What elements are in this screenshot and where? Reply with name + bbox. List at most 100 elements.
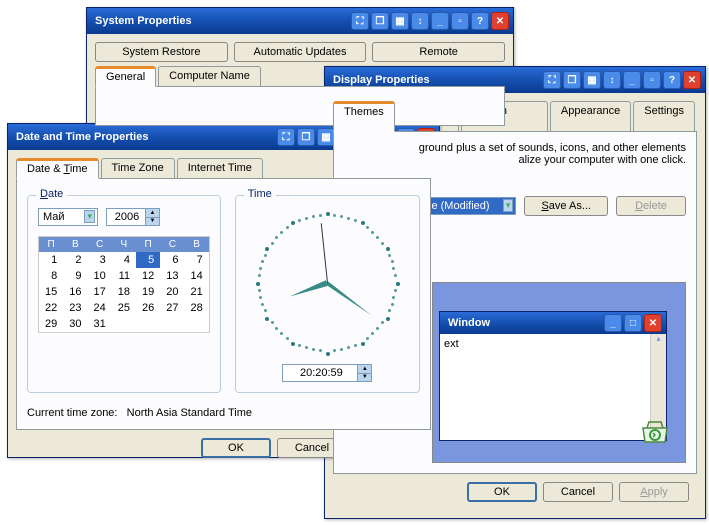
clock-dot: [392, 267, 395, 270]
tb-extra3-icon[interactable]: ▦: [583, 71, 601, 89]
calendar-day[interactable]: 5: [136, 252, 160, 268]
close-icon[interactable]: ✕: [491, 12, 509, 30]
calendar-day[interactable]: 26: [136, 300, 160, 316]
weekday-header: В: [63, 237, 87, 252]
year-spinner[interactable]: 2006 ▲▼: [106, 208, 160, 226]
year-down-icon: ▼: [145, 218, 159, 226]
calendar-day[interactable]: 29: [39, 316, 63, 332]
minimize-icon[interactable]: _: [623, 71, 641, 89]
cancel-button[interactable]: Cancel: [543, 482, 613, 502]
clock-dot: [312, 215, 315, 218]
sysprops-titlebar[interactable]: System Properties ⛶ ❐ ▦ ↕ _ ▫ ? ✕: [87, 8, 513, 34]
calendar-day[interactable]: 18: [112, 284, 136, 300]
clock-dot: [286, 337, 289, 340]
calendar-day[interactable]: 16: [63, 284, 87, 300]
preview-max-icon: □: [624, 314, 642, 332]
tb-extra3-icon[interactable]: ▦: [391, 12, 409, 30]
clock-dot: [259, 296, 262, 299]
clock-dot: [265, 247, 269, 251]
calendar-day[interactable]: 21: [185, 284, 209, 300]
calendar-day[interactable]: 15: [39, 284, 63, 300]
tb-extra1-icon[interactable]: ⛶: [543, 71, 561, 89]
tb-extra2-icon[interactable]: ❐: [297, 128, 315, 146]
calendar-day[interactable]: 19: [136, 284, 160, 300]
clock-dot: [271, 242, 274, 245]
preview-active-window: Window _ □ ✕ ext ▴: [439, 311, 667, 441]
tb-extra4-icon[interactable]: ↕: [411, 12, 429, 30]
calendar-day[interactable]: 23: [63, 300, 87, 316]
calendar-day[interactable]: 17: [88, 284, 112, 300]
help-icon[interactable]: ?: [471, 12, 489, 30]
tb-extra2-icon[interactable]: ❐: [563, 71, 581, 89]
calendar-day[interactable]: 11: [112, 268, 136, 284]
calendar-day[interactable]: 30: [63, 316, 87, 332]
time-spinner[interactable]: 20:20:59 ▲▼: [282, 364, 372, 382]
automatic-updates-button[interactable]: Automatic Updates: [234, 42, 367, 62]
restore-icon[interactable]: ▫: [643, 71, 661, 89]
tb-extra4-icon[interactable]: ↕: [603, 71, 621, 89]
clock-dot: [354, 344, 357, 347]
calendar-day[interactable]: 1: [39, 252, 63, 268]
tz-value: North Asia Standard Time: [127, 407, 252, 419]
calendar-day[interactable]: 24: [88, 300, 112, 316]
clock-dot: [376, 236, 379, 239]
month-dropdown[interactable]: Май: [38, 208, 98, 226]
calendar-day[interactable]: 14: [185, 268, 209, 284]
clock-dot: [376, 327, 379, 330]
date-legend: Date: [36, 188, 67, 200]
calendar-day: [136, 316, 160, 332]
system-restore-button[interactable]: System Restore: [95, 42, 228, 62]
clock-dot: [275, 236, 278, 239]
save-as-button[interactable]: Save As...: [524, 196, 608, 216]
tb-extra1-icon[interactable]: ⛶: [351, 12, 369, 30]
tab-general[interactable]: General: [95, 66, 156, 87]
calendar-day[interactable]: 20: [160, 284, 184, 300]
calendar-day[interactable]: 12: [136, 268, 160, 284]
calendar-day[interactable]: 25: [112, 300, 136, 316]
calendar-day[interactable]: 6: [160, 252, 184, 268]
calendar-day[interactable]: 9: [63, 268, 87, 284]
calendar-day: [160, 316, 184, 332]
clock-dot: [347, 346, 350, 349]
tab-computer-name[interactable]: Computer Name: [158, 66, 261, 87]
minimize-icon[interactable]: _: [431, 12, 449, 30]
clock-dot: [371, 231, 374, 234]
calendar-day[interactable]: 3: [88, 252, 112, 268]
calendar-day[interactable]: 27: [160, 300, 184, 316]
tb-extra2-icon[interactable]: ❐: [371, 12, 389, 30]
clock-dot: [291, 221, 295, 225]
tab-appearance[interactable]: Appearance: [550, 101, 631, 132]
tab-settings[interactable]: Settings: [633, 101, 695, 132]
restore-icon[interactable]: ▫: [451, 12, 469, 30]
tb-extra1-icon[interactable]: ⛶: [277, 128, 295, 146]
remote-button[interactable]: Remote: [372, 42, 505, 62]
calendar-day[interactable]: 8: [39, 268, 63, 284]
close-icon[interactable]: ✕: [683, 71, 701, 89]
calendar-day[interactable]: 7: [185, 252, 209, 268]
weekday-header: В: [185, 237, 209, 252]
calendar-day[interactable]: 28: [185, 300, 209, 316]
tab-internet-time[interactable]: Internet Time: [177, 158, 263, 179]
clock-dot: [271, 321, 274, 324]
clock-dot: [347, 217, 350, 220]
calendar-day[interactable]: 4: [112, 252, 136, 268]
clock-dot: [261, 303, 264, 306]
tab-themes[interactable]: Themes: [333, 101, 395, 132]
calendar-day[interactable]: 2: [63, 252, 87, 268]
calendar-day[interactable]: 13: [160, 268, 184, 284]
help-icon[interactable]: ?: [663, 71, 681, 89]
ok-button[interactable]: OK: [201, 438, 271, 458]
weekday-header: С: [160, 237, 184, 252]
calendar-day[interactable]: 10: [88, 268, 112, 284]
calendar[interactable]: ПВСЧПСВ123456789101112131415161718192021…: [38, 236, 210, 333]
analog-clock: [252, 208, 402, 358]
calendar-day[interactable]: 22: [39, 300, 63, 316]
tab-date-time[interactable]: Date & Time: [16, 158, 99, 179]
preview-title: Window: [444, 317, 604, 329]
weekday-header: С: [88, 237, 112, 252]
clock-dot: [259, 267, 262, 270]
theme-dropdown[interactable]: e (Modified): [426, 197, 516, 215]
calendar-day[interactable]: 31: [88, 316, 112, 332]
tab-time-zone[interactable]: Time Zone: [101, 158, 175, 179]
ok-button[interactable]: OK: [467, 482, 537, 502]
